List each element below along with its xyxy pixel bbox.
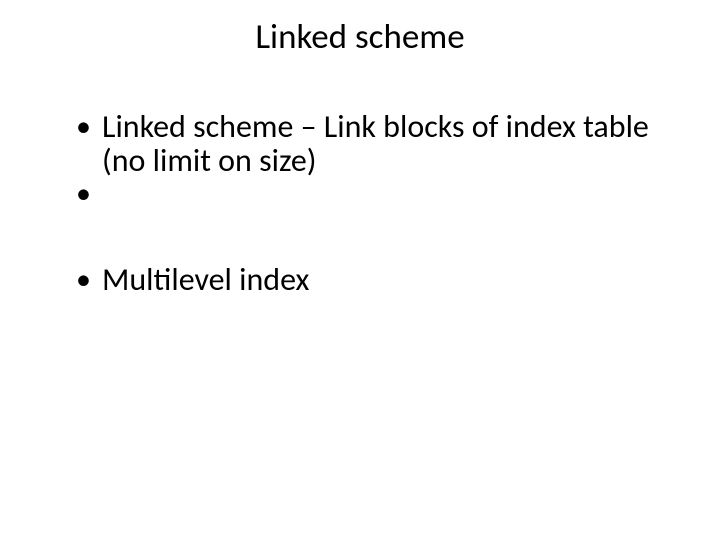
bullet-item: Linked scheme – Link blocks of index tab… <box>72 110 660 177</box>
bullet-spacer <box>72 177 660 263</box>
bullet-list: Linked scheme – Link blocks of index tab… <box>72 110 660 297</box>
slide-title: Linked scheme <box>0 16 720 58</box>
bullet-item: Multilevel index <box>72 263 660 297</box>
slide: Linked scheme Linked scheme – Link block… <box>0 0 720 540</box>
slide-body: Linked scheme – Link blocks of index tab… <box>72 110 660 297</box>
